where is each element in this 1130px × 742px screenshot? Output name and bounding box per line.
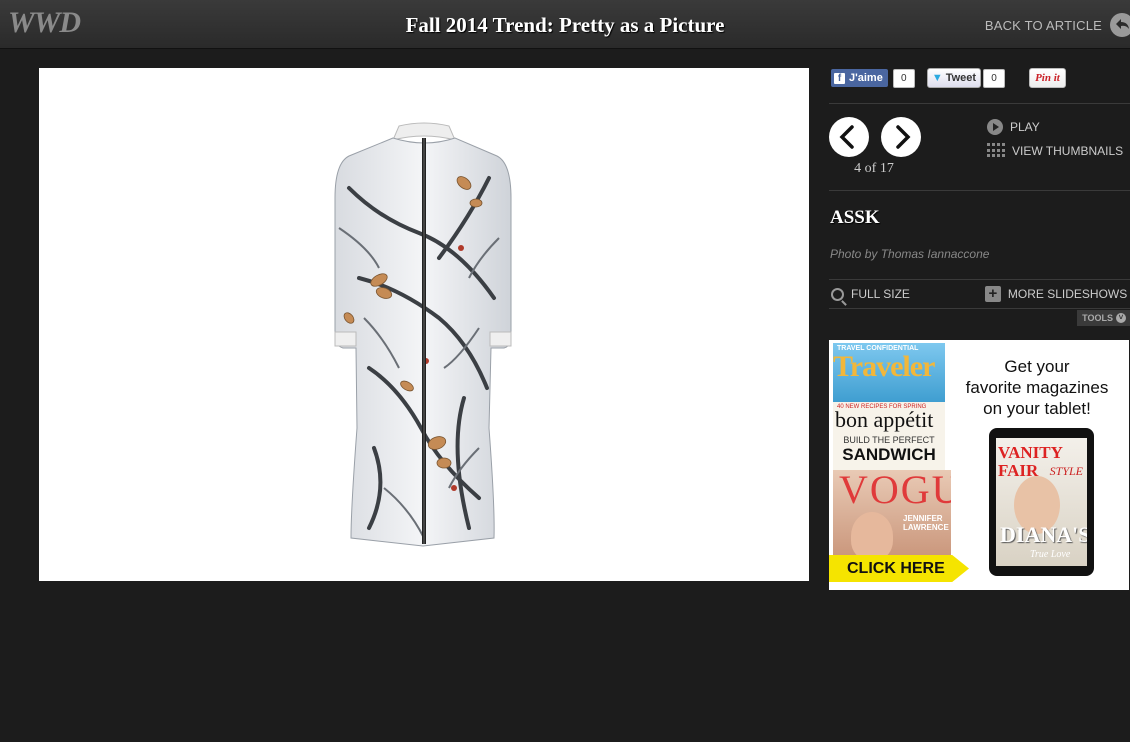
play-label: PLAY	[1010, 120, 1040, 134]
magazine-ad[interactable]: TRAVEL CONFIDENTIAL Traveler 40 NEW RECI…	[829, 340, 1129, 590]
like-count: 0	[892, 68, 915, 88]
facebook-icon: f	[834, 72, 845, 84]
bon-appetit-title: bon appétit	[835, 407, 934, 432]
previous-slide-button[interactable]	[829, 117, 869, 157]
bon-appetit-big: SANDWICH	[842, 445, 936, 464]
next-slide-button[interactable]	[881, 117, 921, 157]
tweet-count: 0	[983, 68, 1006, 88]
play-button[interactable]: PLAY	[987, 119, 1040, 135]
view-thumbnails-button[interactable]: VIEW THUMBNAILS	[987, 143, 1123, 158]
zoom-icon	[831, 287, 844, 301]
slideshow-controls: 4 of 17 PLAY VIEW THUMBNAILS	[829, 104, 1130, 190]
divider	[829, 190, 1130, 191]
slide-counter: 4 of 17	[854, 161, 894, 176]
ad-line-3: on your tablet!	[983, 399, 1091, 418]
click-here-button[interactable]: CLICK HERE	[829, 555, 969, 582]
tools-label: TOOLS	[1082, 313, 1113, 323]
tablet-frame: VANITY FAIR STYLE DIANA'S True Love	[989, 428, 1094, 576]
full-size-button[interactable]: FULL SIZE	[831, 287, 910, 301]
traveler-title: Traveler	[833, 350, 935, 383]
twitter-bird-icon: ▼	[931, 72, 943, 84]
tablet-sub: True Love	[1030, 549, 1071, 560]
vogue-name: JENNIFER LAWRENCE	[903, 514, 949, 532]
ad-line-1: Get your	[1004, 357, 1070, 376]
tablet-screen: VANITY FAIR STYLE DIANA'S True Love	[996, 438, 1087, 566]
chevron-left-icon	[839, 125, 854, 149]
ad-line-2: favorite magazines	[965, 378, 1109, 397]
chevron-down-icon: ˅	[1116, 313, 1126, 323]
back-arrow-icon	[1110, 13, 1130, 37]
coat-image	[334, 122, 512, 547]
full-size-label: FULL SIZE	[851, 287, 910, 301]
sidebar: f J'aime 0 ▼ Tweet 0 Pin it 4 of 17 PLAY	[829, 68, 1130, 326]
traveler-cover: TRAVEL CONFIDENTIAL Traveler	[833, 343, 945, 405]
play-icon	[987, 119, 1003, 135]
social-bar: f J'aime 0 ▼ Tweet 0 Pin it	[829, 68, 1130, 88]
chevron-right-icon	[896, 125, 911, 149]
bon-appetit-sub: BUILD THE PERFECT	[843, 435, 935, 445]
ad-copy: Get your favorite magazines on your tabl…	[947, 356, 1127, 419]
tablet-style: STYLE	[1049, 464, 1083, 478]
tweet-label: Tweet	[945, 72, 977, 84]
tablet-cover-line: DIANA'S	[1000, 522, 1087, 547]
view-thumbnails-label: VIEW THUMBNAILS	[1012, 143, 1124, 158]
vogue-cover: VOGUE JENNIFER LAWRENCE	[833, 470, 951, 560]
vogue-title: VOGUE	[839, 470, 951, 512]
back-label: BACK TO ARTICLE	[984, 17, 1102, 33]
facebook-like-label: J'aime	[849, 72, 883, 84]
tweet-button[interactable]: ▼ Tweet	[926, 68, 982, 88]
back-to-article-button[interactable]: BACK TO ARTICLE	[985, 13, 1130, 37]
cover-face	[851, 512, 893, 560]
designer-name: ASSK	[830, 207, 880, 228]
plus-icon: +	[984, 286, 1001, 302]
photo-credit: Photo by Thomas Iannaccone	[830, 247, 990, 261]
top-bar: WWD Fall 2014 Trend: Pretty as a Picture…	[0, 0, 1130, 49]
pin-it-button[interactable]: Pin it	[1029, 68, 1066, 88]
page-title: Fall 2014 Trend: Pretty as a Picture	[405, 13, 725, 37]
tools-dropdown[interactable]: TOOLS ˅	[1077, 310, 1130, 326]
grid-icon	[987, 143, 1005, 158]
slideshow-photo[interactable]	[39, 68, 809, 581]
tools-row: FULL SIZE + MORE SLIDESHOWS	[829, 279, 1130, 309]
more-slideshows-button[interactable]: + MORE SLIDESHOWS	[984, 286, 1128, 302]
facebook-like-button[interactable]: f J'aime	[831, 69, 888, 87]
bon-appetit-cover: 40 NEW RECIPES FOR SPRING bon appétit BU…	[833, 402, 945, 474]
more-slideshows-label: MORE SLIDESHOWS	[1007, 287, 1128, 301]
